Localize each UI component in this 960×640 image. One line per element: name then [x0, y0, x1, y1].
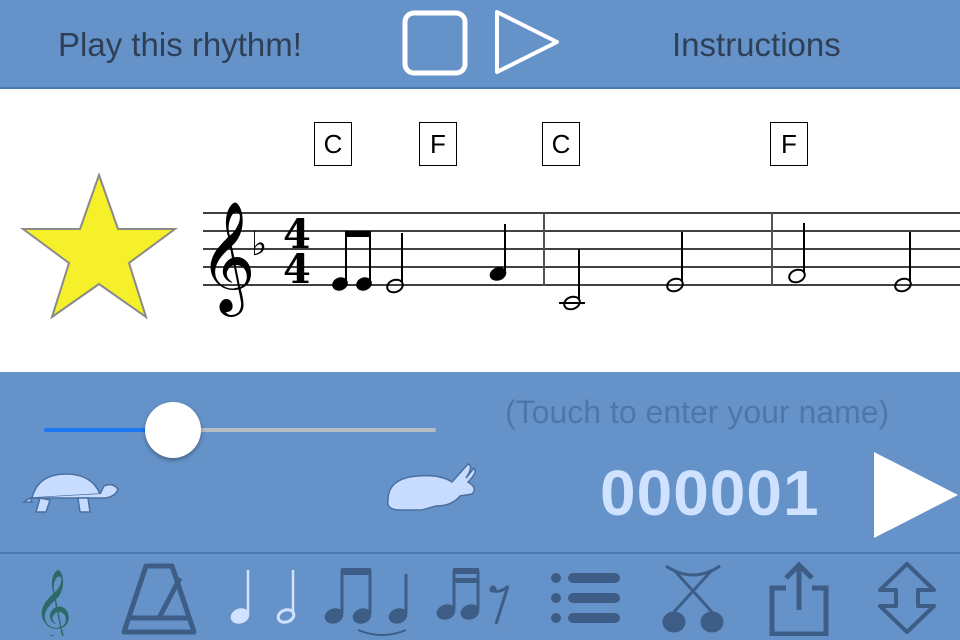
- metronome-icon[interactable]: [120, 560, 198, 636]
- time-signature-bottom: 4: [283, 246, 311, 293]
- slider-track: [173, 428, 436, 432]
- half-note: [559, 249, 585, 311]
- score-counter: 000001: [600, 457, 820, 529]
- score-panel: C F C F 𝄞 ♭ 4 4: [0, 89, 960, 372]
- note-values-icon[interactable]: [226, 560, 306, 636]
- page-title: Play this rhythm!: [58, 26, 302, 63]
- rest-icon[interactable]: [434, 560, 520, 636]
- controls-panel: (Touch to enter your name) 000001: [0, 372, 960, 552]
- tempo-slider[interactable]: [40, 400, 440, 460]
- play-large-button[interactable]: [872, 450, 960, 540]
- beamed-notes-icon[interactable]: [322, 560, 418, 636]
- half-note: [666, 232, 684, 293]
- play-button[interactable]: [492, 8, 562, 76]
- music-staff: 𝄞 ♭ 4 4: [199, 200, 960, 317]
- instructions-button[interactable]: Instructions: [672, 26, 841, 64]
- stop-button[interactable]: [402, 10, 468, 76]
- share-icon[interactable]: [764, 560, 834, 636]
- treble-clef-icon[interactable]: 𝄞: [30, 560, 76, 636]
- list-icon[interactable]: [548, 560, 624, 636]
- name-input[interactable]: (Touch to enter your name): [505, 394, 889, 431]
- bottom-toolbar: 𝄞: [0, 552, 960, 640]
- half-note: [788, 223, 806, 284]
- turtle-icon: [22, 473, 119, 513]
- tie-icon[interactable]: [660, 560, 726, 636]
- treble-clef-icon: 𝄞: [199, 200, 256, 317]
- svg-text:𝄞: 𝄞: [34, 570, 72, 636]
- beamed-eighth-notes: [332, 231, 372, 291]
- expand-icon[interactable]: [876, 560, 938, 636]
- star-icon: [20, 171, 178, 320]
- top-bar: Play this rhythm! Instructions: [0, 0, 960, 89]
- flat-icon: ♭: [251, 224, 267, 264]
- slider-thumb[interactable]: [145, 402, 202, 458]
- rabbit-icon: [387, 463, 476, 511]
- quarter-note: [489, 224, 507, 281]
- half-note: [894, 232, 912, 293]
